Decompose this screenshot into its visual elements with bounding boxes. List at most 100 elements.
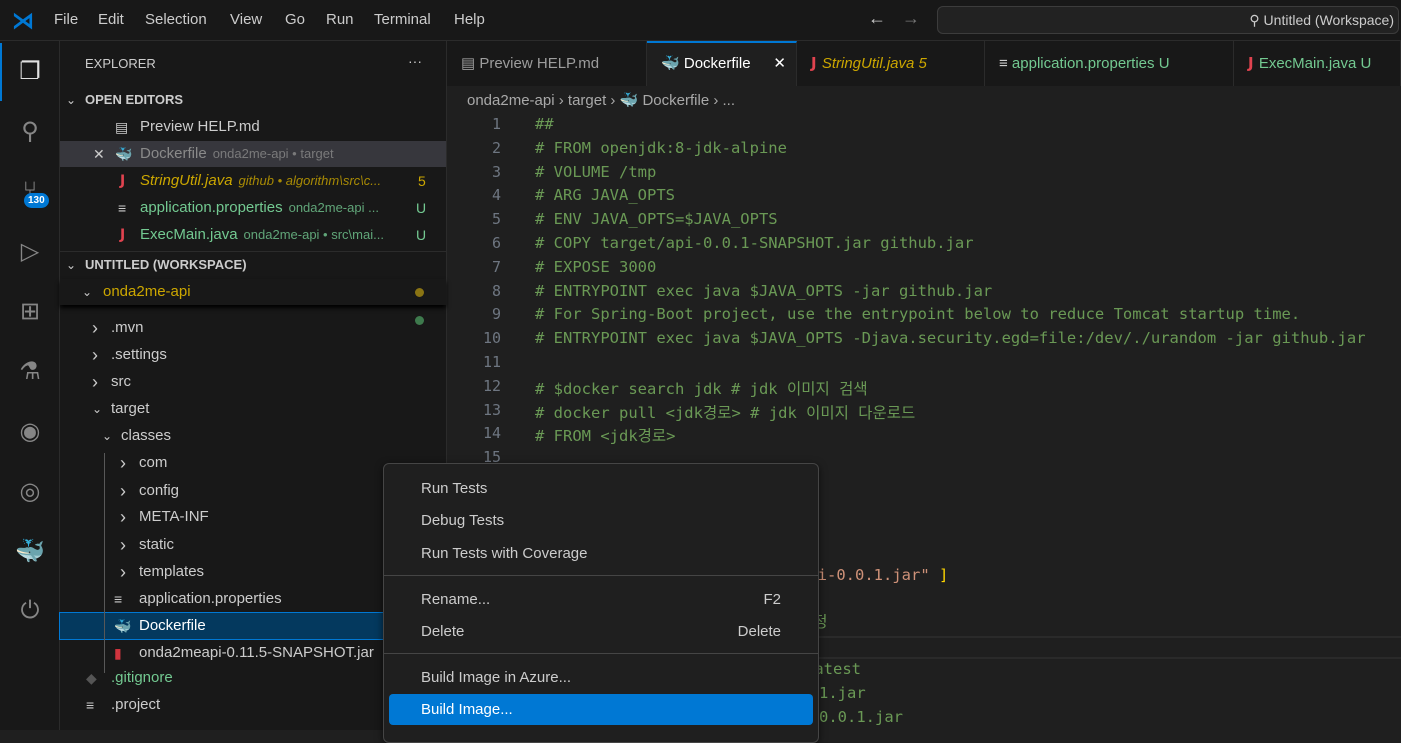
- tab-bar: ▤ Preview HELP.md 🐳 Dockerfile ✕ J String…: [447, 41, 1401, 86]
- extensions-icon[interactable]: ⊞: [0, 287, 60, 335]
- docker-icon[interactable]: 🐳: [0, 527, 60, 575]
- open-editor-item[interactable]: ▤ Preview HELP.md: [60, 114, 446, 140]
- menu-item-build-image[interactable]: Build Image...: [389, 694, 813, 725]
- open-editor-item[interactable]: ≡ application.properties onda2me-api ... U: [60, 195, 446, 221]
- forward-arrow-icon[interactable]: →: [902, 8, 920, 29]
- indent-guide: [104, 453, 105, 673]
- tree-item[interactable]: › .settings: [60, 342, 446, 368]
- menu-item-rename[interactable]: Rename... F2: [389, 584, 813, 615]
- menu-terminal[interactable]: Terminal: [374, 11, 431, 28]
- git-lens-icon[interactable]: ◎: [0, 467, 60, 515]
- menu-run[interactable]: Run: [326, 11, 354, 28]
- explorer-icon[interactable]: ❐: [0, 47, 60, 95]
- code-line: # ENTRYPOINT exec java $JAVA_OPTS -Djava…: [535, 329, 1366, 348]
- divider: [817, 636, 1401, 638]
- chevron-right-icon: ›: [92, 318, 98, 338]
- tab-dockerfile[interactable]: 🐳 Dockerfile ✕: [647, 41, 797, 86]
- menu-view[interactable]: View: [230, 11, 262, 28]
- item-label: application.properties: [140, 199, 283, 216]
- docker-file-icon: 🐳: [619, 92, 639, 109]
- breadcrumb-item[interactable]: target: [568, 92, 606, 109]
- open-editors-header[interactable]: ⌄ OPEN EDITORS: [60, 87, 446, 113]
- search-icon[interactable]: ⚲: [0, 107, 60, 155]
- close-icon[interactable]: ✕: [93, 141, 105, 167]
- breadcrumb-item[interactable]: ...: [723, 92, 736, 109]
- vscode-logo-icon: ⋊: [12, 8, 34, 33]
- code-line: # FROM openjdk:8-jdk-alpine: [535, 138, 787, 157]
- code-line: ##: [535, 115, 554, 133]
- line-number: 9: [491, 305, 501, 324]
- open-editor-item[interactable]: J StringUtil.java github • algorithm\src\c…: [60, 168, 446, 194]
- run-debug-icon[interactable]: ▷: [0, 227, 60, 275]
- code-line: # EXPOSE 3000: [535, 257, 657, 276]
- tree-item[interactable]: ⌄ classes: [60, 423, 446, 449]
- menu-selection[interactable]: Selection: [145, 11, 207, 28]
- menu-item-run-tests-coverage[interactable]: Run Tests with Coverage: [389, 538, 813, 569]
- more-actions-icon[interactable]: ···: [408, 53, 422, 69]
- menu-edit[interactable]: Edit: [98, 11, 124, 28]
- line-number: 10: [482, 329, 501, 348]
- breadcrumb: onda2me-api › target › 🐳 Dockerfile › ..…: [467, 92, 736, 109]
- line-number: 6: [491, 234, 501, 252]
- chevron-right-icon: ›: [92, 372, 98, 392]
- tab-label: Preview HELP.md: [479, 55, 600, 72]
- git-graph-icon[interactable]: ◉: [0, 407, 60, 455]
- close-icon[interactable]: ✕: [773, 43, 786, 84]
- tree-item-label: Dockerfile: [139, 617, 206, 634]
- divider: [817, 657, 1401, 659]
- line-number: 7: [491, 257, 501, 276]
- menu-item-debug-tests[interactable]: Debug Tests: [389, 505, 813, 536]
- code-line: # ARG JAVA_OPTS: [535, 186, 675, 205]
- properties-file-icon: ≡: [86, 697, 95, 713]
- tree-item[interactable]: › src: [60, 369, 446, 395]
- tab-label: ExecMain.java: [1258, 55, 1357, 72]
- title-bar: ⋊ File Edit Selection View Go Run Termin…: [0, 0, 1401, 41]
- git-file-icon: ◆: [86, 670, 97, 686]
- menu-item-delete[interactable]: Delete Delete: [389, 616, 813, 647]
- search-label: Untitled (Workspace): [1263, 12, 1394, 28]
- section-label: UNTITLED (WORKSPACE): [85, 257, 247, 272]
- tree-item-label: .gitignore: [111, 669, 173, 686]
- chevron-right-icon: ›: [120, 453, 126, 473]
- code-line: # COPY target/api-0.0.1-SNAPSHOT.jar git…: [535, 234, 974, 252]
- breadcrumb-item[interactable]: Dockerfile: [642, 92, 709, 109]
- menu-item-run-tests[interactable]: Run Tests: [389, 473, 813, 504]
- tab-application-properties[interactable]: ≡ application.properties U: [985, 41, 1234, 86]
- tree-item-label: target: [111, 400, 150, 417]
- tree-item[interactable]: ⌄ target: [60, 396, 446, 422]
- properties-file-icon: ≡: [118, 200, 127, 216]
- source-control-icon[interactable]: ⑂ 130: [0, 167, 60, 215]
- menu-item-build-image-azure[interactable]: Build Image in Azure...: [389, 662, 813, 693]
- code-line: # ENV JAVA_OPTS=$JAVA_OPTS: [535, 210, 778, 229]
- java-icon: J: [120, 173, 126, 189]
- command-center-search[interactable]: ⚲ Untitled (Workspace): [937, 6, 1399, 34]
- menu-go[interactable]: Go: [285, 11, 305, 28]
- tab-preview-help[interactable]: ▤ Preview HELP.md: [447, 41, 647, 86]
- tab-stringutil[interactable]: J StringUtil.java 5: [797, 41, 985, 86]
- workspace-header[interactable]: ⌄ UNTITLED (WORKSPACE): [60, 252, 446, 278]
- git-badge: U: [416, 227, 427, 243]
- chevron-right-icon: ›: [92, 345, 98, 365]
- item-label: Dockerfile: [140, 145, 207, 162]
- tree-item-label: static: [139, 536, 175, 553]
- open-editor-item[interactable]: J ExecMain.java onda2me-api • src\mai... U: [60, 222, 446, 248]
- docker-file-icon: 🐳: [115, 146, 133, 162]
- menu-separator: [384, 653, 818, 654]
- testing-icon[interactable]: ⚗: [0, 347, 60, 395]
- tree-item[interactable]: › .mvn: [60, 315, 446, 341]
- folder-onda2me-api[interactable]: ⌄ onda2me-api: [60, 279, 446, 305]
- item-desc: onda2me-api ...: [288, 200, 379, 215]
- line-number: 8: [491, 281, 501, 300]
- spring-boot-icon[interactable]: ⏻: [0, 587, 60, 635]
- tree-item-label: .settings: [111, 346, 167, 363]
- tab-execmain[interactable]: J ExecMain.java U: [1234, 41, 1401, 86]
- open-editor-item[interactable]: ✕ 🐳 Dockerfile onda2me-api • target: [60, 141, 446, 167]
- breadcrumb-item[interactable]: onda2me-api: [467, 92, 555, 109]
- back-arrow-icon[interactable]: ←: [868, 8, 886, 29]
- section-label: OPEN EDITORS: [85, 92, 184, 107]
- modified-dot: [415, 288, 424, 297]
- tab-label: StringUtil.java: [821, 55, 915, 72]
- menu-file[interactable]: File: [54, 11, 78, 28]
- menu-help[interactable]: Help: [454, 11, 485, 28]
- line-number: 2: [491, 138, 501, 157]
